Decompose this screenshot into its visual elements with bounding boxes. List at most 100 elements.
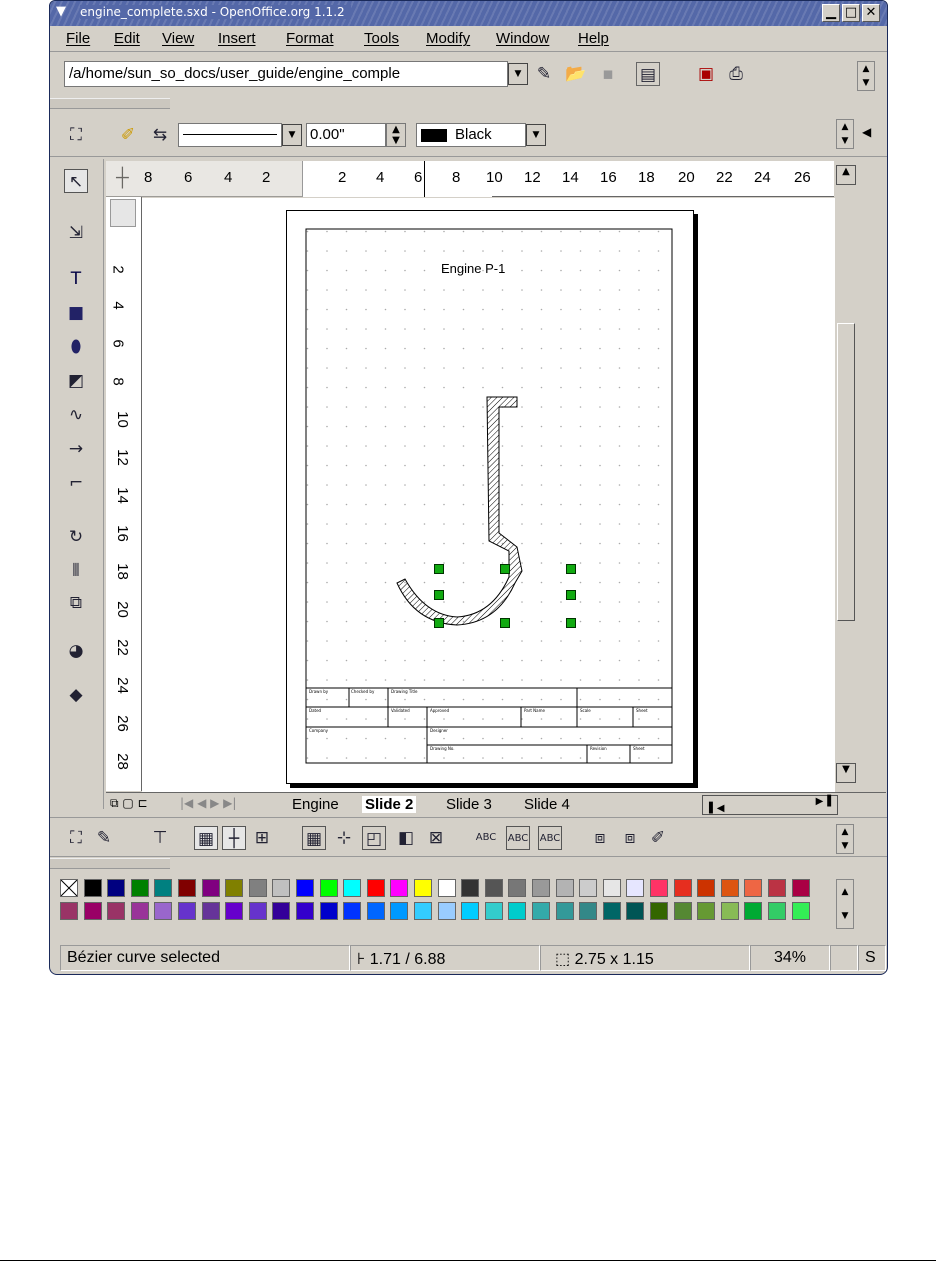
color-swatch[interactable] <box>343 902 362 920</box>
menu-tools[interactable]: Tools <box>364 30 399 47</box>
double-click-edit-text-icon[interactable]: ABC <box>538 826 562 850</box>
edit-mode-icon[interactable]: ▤ <box>636 62 660 86</box>
maximize-icon[interactable]: □ <box>842 4 860 22</box>
drawing-canvas[interactable]: Engine P-1 Drawn by Checked by Drawing T… <box>142 198 835 792</box>
snap-to-object-points-icon[interactable]: ⊠ <box>424 826 448 850</box>
color-swatch[interactable] <box>414 902 432 920</box>
color-swatch[interactable] <box>720 902 739 920</box>
color-swatch[interactable] <box>579 902 598 920</box>
color-swatch[interactable] <box>154 902 173 920</box>
color-swatch[interactable] <box>154 879 173 897</box>
color-swatch[interactable] <box>626 879 645 897</box>
menu-format[interactable]: Format <box>286 30 334 47</box>
rotate-icon[interactable]: ↻ <box>64 525 88 549</box>
selection-handle[interactable] <box>566 618 576 628</box>
snap-to-snap-lines-icon[interactable]: ⊹ <box>332 826 356 850</box>
color-swatch[interactable] <box>107 902 126 920</box>
color-swatch[interactable] <box>461 879 480 897</box>
color-swatch[interactable] <box>437 879 456 897</box>
scroll-thumb[interactable] <box>837 323 855 621</box>
color-swatch[interactable] <box>225 902 244 920</box>
curve-icon[interactable]: ∿ <box>64 403 88 427</box>
arrange-icon[interactable]: ⧉ <box>64 591 88 615</box>
color-swatch[interactable] <box>508 879 527 897</box>
menu-edit[interactable]: Edit <box>114 30 140 47</box>
color-swatch[interactable] <box>272 902 291 920</box>
color-swatch[interactable] <box>437 902 456 920</box>
helplines-icon[interactable]: ⊤ <box>148 826 172 850</box>
color-swatch[interactable] <box>650 879 668 897</box>
create-object-attributes-icon[interactable]: ✐ <box>646 826 670 850</box>
points-icon[interactable]: ⛶ <box>64 123 88 147</box>
color-swatch[interactable] <box>650 902 668 920</box>
color-swatch[interactable] <box>461 902 480 920</box>
connector-icon[interactable]: ⌐ <box>64 471 88 495</box>
color-swatch[interactable] <box>83 902 102 920</box>
export-pdf-icon[interactable]: ▣ <box>694 62 718 86</box>
object-bar-scroll[interactable]: ▲ ▼ <box>836 119 854 149</box>
color-swatch[interactable] <box>319 902 338 920</box>
toolbar-grip-icon[interactable] <box>50 98 170 109</box>
ruler-handle[interactable] <box>110 199 136 227</box>
line-width-field[interactable]: 0.00" <box>306 123 386 147</box>
selection-handle[interactable] <box>566 564 576 574</box>
points-icon[interactable]: ⛶ <box>64 826 88 850</box>
large-handles-icon[interactable]: ⧈ <box>618 826 642 850</box>
color-swatch[interactable] <box>579 879 598 897</box>
line-style-icon[interactable]: ✐ <box>116 123 140 147</box>
color-swatch[interactable] <box>248 879 267 897</box>
function-bar-scroll[interactable]: ▲ ▼ <box>857 61 875 91</box>
path-dropdown-button[interactable]: ▼ <box>508 63 528 85</box>
menu-window[interactable]: Window <box>496 30 549 47</box>
line-arrow-icon[interactable]: → <box>64 437 88 461</box>
color-swatch[interactable] <box>791 879 810 897</box>
color-swatch[interactable] <box>272 879 291 897</box>
color-swatch[interactable] <box>555 902 574 920</box>
palette-scroll[interactable]: ▲ ▼ <box>836 879 854 929</box>
color-swatch[interactable] <box>673 879 692 897</box>
tab-slide-2[interactable]: Slide 2 <box>362 796 417 813</box>
line-style-select[interactable] <box>178 123 282 147</box>
arrow-style-icon[interactable]: ⇆ <box>148 123 172 147</box>
toolbar-grip-icon[interactable] <box>50 858 170 869</box>
menu-file[interactable]: File <box>66 30 90 47</box>
select-text-area-only-icon[interactable]: ABC <box>506 826 530 850</box>
ellipse-icon[interactable]: ⬮ <box>64 335 88 359</box>
text-icon[interactable]: T <box>64 267 88 291</box>
edit-file-icon[interactable]: ✎ <box>532 62 556 86</box>
open-folder-icon[interactable]: 📂 <box>564 62 588 86</box>
no-fill-swatch[interactable] <box>60 879 78 897</box>
color-swatch[interactable] <box>178 879 196 897</box>
color-swatch[interactable] <box>555 879 574 897</box>
drawing-title[interactable]: Engine P-1 <box>441 261 505 276</box>
simple-handles-icon[interactable]: ⧈ <box>588 826 612 850</box>
color-swatch[interactable] <box>791 902 810 920</box>
title-bar[interactable]: ▼ engine_complete.sxd - OpenOffice.org 1… <box>50 1 887 26</box>
3d-effects-icon[interactable]: ◆ <box>64 683 88 707</box>
color-swatch[interactable] <box>225 879 244 897</box>
save-icon[interactable]: ▪ <box>596 62 620 86</box>
selection-handle[interactable] <box>500 618 510 628</box>
color-swatch[interactable] <box>768 902 786 920</box>
status-zoom[interactable]: 34% <box>750 945 830 971</box>
menu-help[interactable]: Help <box>578 30 609 47</box>
show-snap-lines-icon[interactable]: ┼ <box>222 826 246 850</box>
selection-handle[interactable] <box>434 564 444 574</box>
zoom-icon[interactable]: ⇲ <box>64 221 88 245</box>
status-mode[interactable]: S <box>858 945 886 971</box>
line-color-select[interactable]: Black <box>416 123 526 147</box>
tab-nav-icons[interactable]: |◀ ◀ ▶ ▶| <box>180 796 236 810</box>
menu-view[interactable]: View <box>162 30 194 47</box>
selection-handle[interactable] <box>500 564 510 574</box>
option-bar-scroll[interactable]: ▲ ▼ <box>836 824 854 854</box>
display-grid-icon[interactable]: ▦ <box>194 826 218 850</box>
color-swatch[interactable] <box>744 879 763 897</box>
print-icon[interactable]: ⎙ <box>724 62 748 86</box>
select-icon[interactable]: ↖ <box>64 169 88 193</box>
scroll-down-icon[interactable]: ▼ <box>836 763 856 783</box>
menu-modify[interactable]: Modify <box>426 30 470 47</box>
glue-point-icon[interactable]: ✎ <box>92 826 116 850</box>
color-swatch[interactable] <box>414 879 432 897</box>
line-color-dropdown[interactable]: ▼ <box>526 124 546 146</box>
color-swatch[interactable] <box>626 902 645 920</box>
